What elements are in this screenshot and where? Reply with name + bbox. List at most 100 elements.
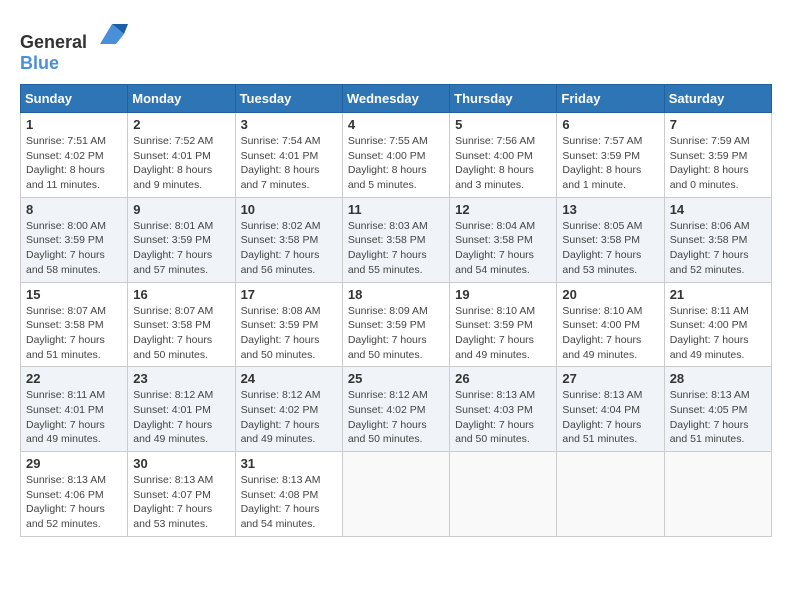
day-number: 7 (670, 117, 766, 132)
day-number: 23 (133, 371, 229, 386)
weekday-monday: Monday (128, 85, 235, 113)
calendar-cell: 27 Sunrise: 8:13 AMSunset: 4:04 PMDayligh… (557, 367, 664, 452)
day-number: 15 (26, 287, 122, 302)
day-info: Sunrise: 8:11 AMSunset: 4:01 PMDaylight:… (26, 388, 122, 447)
day-info: Sunrise: 8:12 AMSunset: 4:02 PMDaylight:… (241, 388, 337, 447)
calendar-cell: 4Sunrise: 7:55 AMSunset: 4:00 PMDaylight… (342, 113, 449, 198)
day-number: 30 (133, 456, 229, 471)
calendar-cell: 28Sunrise: 8:13 AMSunset: 4:05 PMDayligh… (664, 367, 771, 452)
weekday-saturday: Saturday (664, 85, 771, 113)
day-info: Sunrise: 8:07 AMSunset: 3:58 PMDaylight:… (26, 304, 122, 363)
calendar-week-5: 29 Sunrise: 8:13 AMSunset: 4:06 PMDayligh… (21, 452, 772, 537)
day-info: Sunrise: 8:13 AMSunset: 4:06 PMDaylight:… (26, 473, 122, 532)
day-info: Sunrise: 7:59 AMSunset: 3:59 PMDaylight:… (670, 134, 766, 193)
day-number: 27 (562, 371, 658, 386)
calendar-cell: 19 Sunrise: 8:10 AMSunset: 3:59 PMDayligh… (450, 282, 557, 367)
calendar-week-2: 8 Sunrise: 8:00 AMSunset: 3:59 PMDaylight… (21, 197, 772, 282)
day-info: Sunrise: 8:04 AMSunset: 3:58 PMDaylight:… (455, 219, 551, 278)
calendar-cell: 16Sunrise: 8:07 AMSunset: 3:58 PMDayligh… (128, 282, 235, 367)
day-info: Sunrise: 8:11 AMSunset: 4:00 PMDaylight:… (670, 304, 766, 363)
calendar-cell: 23 Sunrise: 8:12 AMSunset: 4:01 PMDayligh… (128, 367, 235, 452)
day-number: 6 (562, 117, 658, 132)
day-number: 16 (133, 287, 229, 302)
weekday-friday: Friday (557, 85, 664, 113)
weekday-tuesday: Tuesday (235, 85, 342, 113)
day-info: Sunrise: 8:00 AMSunset: 3:59 PMDaylight:… (26, 219, 122, 278)
day-number: 20 (562, 287, 658, 302)
day-info: Sunrise: 7:57 AMSunset: 3:59 PMDaylight:… (562, 134, 658, 193)
calendar-cell: 14Sunrise: 8:06 AMSunset: 3:58 PMDayligh… (664, 197, 771, 282)
calendar-cell: 24 Sunrise: 8:12 AMSunset: 4:02 PMDayligh… (235, 367, 342, 452)
day-info: Sunrise: 8:13 AMSunset: 4:05 PMDaylight:… (670, 388, 766, 447)
logo-blue: Blue (20, 53, 59, 73)
calendar-cell: 17 Sunrise: 8:08 AMSunset: 3:59 PMDayligh… (235, 282, 342, 367)
day-number: 31 (241, 456, 337, 471)
weekday-thursday: Thursday (450, 85, 557, 113)
weekday-sunday: Sunday (21, 85, 128, 113)
calendar-cell: 12Sunrise: 8:04 AMSunset: 3:58 PMDayligh… (450, 197, 557, 282)
day-number: 11 (348, 202, 444, 217)
day-number: 8 (26, 202, 122, 217)
day-number: 17 (241, 287, 337, 302)
day-number: 4 (348, 117, 444, 132)
calendar-cell: 20 Sunrise: 8:10 AMSunset: 4:00 PMDayligh… (557, 282, 664, 367)
calendar-cell (342, 452, 449, 537)
calendar-cell: 11Sunrise: 8:03 AMSunset: 3:58 PMDayligh… (342, 197, 449, 282)
calendar-cell: 1 Sunrise: 7:51 AMSunset: 4:02 PMDaylight… (21, 113, 128, 198)
day-info: Sunrise: 7:51 AMSunset: 4:02 PMDaylight:… (26, 134, 122, 193)
calendar-cell: 6 Sunrise: 7:57 AMSunset: 3:59 PMDaylight… (557, 113, 664, 198)
day-info: Sunrise: 7:54 AMSunset: 4:01 PMDaylight:… (241, 134, 337, 193)
calendar-cell: 9 Sunrise: 8:01 AMSunset: 3:59 PMDaylight… (128, 197, 235, 282)
day-number: 10 (241, 202, 337, 217)
day-info: Sunrise: 8:10 AMSunset: 3:59 PMDaylight:… (455, 304, 551, 363)
calendar-cell: 2Sunrise: 7:52 AMSunset: 4:01 PMDaylight… (128, 113, 235, 198)
day-info: Sunrise: 8:13 AMSunset: 4:04 PMDaylight:… (562, 388, 658, 447)
day-number: 5 (455, 117, 551, 132)
day-info: Sunrise: 8:12 AMSunset: 4:01 PMDaylight:… (133, 388, 229, 447)
day-info: Sunrise: 8:08 AMSunset: 3:59 PMDaylight:… (241, 304, 337, 363)
calendar-cell (450, 452, 557, 537)
day-number: 13 (562, 202, 658, 217)
day-info: Sunrise: 8:09 AMSunset: 3:59 PMDaylight:… (348, 304, 444, 363)
day-number: 29 (26, 456, 122, 471)
calendar-week-1: 1 Sunrise: 7:51 AMSunset: 4:02 PMDaylight… (21, 113, 772, 198)
day-number: 3 (241, 117, 337, 132)
day-number: 9 (133, 202, 229, 217)
calendar-week-3: 15 Sunrise: 8:07 AMSunset: 3:58 PMDayligh… (21, 282, 772, 367)
calendar-body: 1 Sunrise: 7:51 AMSunset: 4:02 PMDaylight… (21, 113, 772, 537)
logo: General Blue (20, 20, 128, 74)
day-info: Sunrise: 8:12 AMSunset: 4:02 PMDaylight:… (348, 388, 444, 447)
calendar-cell: 10 Sunrise: 8:02 AMSunset: 3:58 PMDayligh… (235, 197, 342, 282)
day-info: Sunrise: 8:13 AMSunset: 4:08 PMDaylight:… (241, 473, 337, 532)
calendar-cell: 15 Sunrise: 8:07 AMSunset: 3:58 PMDayligh… (21, 282, 128, 367)
day-info: Sunrise: 8:05 AMSunset: 3:58 PMDaylight:… (562, 219, 658, 278)
calendar-cell: 21Sunrise: 8:11 AMSunset: 4:00 PMDayligh… (664, 282, 771, 367)
calendar-cell: 30Sunrise: 8:13 AMSunset: 4:07 PMDayligh… (128, 452, 235, 537)
day-number: 26 (455, 371, 551, 386)
day-number: 1 (26, 117, 122, 132)
calendar-cell: 5 Sunrise: 7:56 AMSunset: 4:00 PMDaylight… (450, 113, 557, 198)
day-number: 25 (348, 371, 444, 386)
calendar-cell: 13 Sunrise: 8:05 AMSunset: 3:58 PMDayligh… (557, 197, 664, 282)
calendar-week-4: 22 Sunrise: 8:11 AMSunset: 4:01 PMDayligh… (21, 367, 772, 452)
calendar-cell (664, 452, 771, 537)
calendar-cell: 18 Sunrise: 8:09 AMSunset: 3:59 PMDayligh… (342, 282, 449, 367)
day-info: Sunrise: 7:56 AMSunset: 4:00 PMDaylight:… (455, 134, 551, 193)
calendar-cell (557, 452, 664, 537)
day-info: Sunrise: 8:10 AMSunset: 4:00 PMDaylight:… (562, 304, 658, 363)
logo-text: General Blue (20, 20, 128, 74)
calendar-header: SundayMondayTuesdayWednesdayThursdayFrid… (21, 85, 772, 113)
day-number: 22 (26, 371, 122, 386)
logo-icon (96, 20, 128, 48)
day-number: 19 (455, 287, 551, 302)
calendar-table: SundayMondayTuesdayWednesdayThursdayFrid… (20, 84, 772, 537)
calendar-cell: 29 Sunrise: 8:13 AMSunset: 4:06 PMDayligh… (21, 452, 128, 537)
day-info: Sunrise: 8:01 AMSunset: 3:59 PMDaylight:… (133, 219, 229, 278)
day-info: Sunrise: 8:02 AMSunset: 3:58 PMDaylight:… (241, 219, 337, 278)
day-number: 18 (348, 287, 444, 302)
weekday-header-row: SundayMondayTuesdayWednesdayThursdayFrid… (21, 85, 772, 113)
day-number: 14 (670, 202, 766, 217)
day-number: 2 (133, 117, 229, 132)
calendar-cell: 26Sunrise: 8:13 AMSunset: 4:03 PMDayligh… (450, 367, 557, 452)
day-number: 24 (241, 371, 337, 386)
